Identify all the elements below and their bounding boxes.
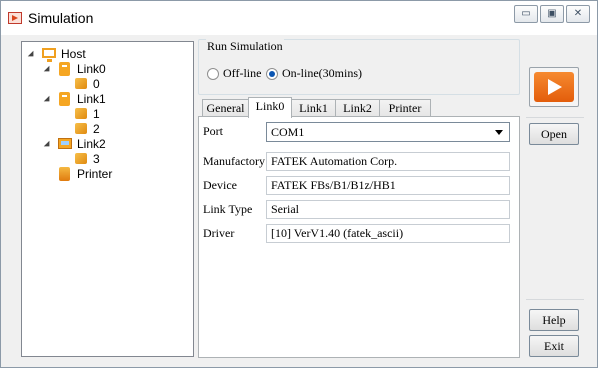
tab-link1[interactable]: Link1 [291, 99, 336, 117]
divider [526, 117, 584, 118]
run-simulation-group: Run Simulation Off-line On-line(30mins) [198, 39, 520, 95]
app-icon [8, 12, 22, 24]
tab-printer[interactable]: Printer [379, 99, 431, 117]
tab-link0[interactable]: Link0 [248, 97, 292, 118]
tree-item-label: 0 [93, 77, 100, 91]
expand-arrow-icon[interactable] [43, 65, 53, 75]
maximize-button[interactable]: ▣ [540, 5, 564, 23]
client-area: Host Link0 0 Link1 1 2 Link2 3 Printer R… [9, 35, 591, 361]
tree-item-label: Link1 [77, 92, 106, 106]
tree-item-label: 1 [93, 107, 100, 121]
run-simulation-button[interactable] [529, 67, 579, 107]
tree-item-label: 2 [93, 122, 100, 136]
chevron-down-icon[interactable] [495, 130, 503, 135]
expand-arrow-icon[interactable] [43, 140, 53, 150]
tab-strip: General Link0 Link1 Link2 Printer [198, 97, 520, 118]
close-icon: ✕ [573, 8, 583, 19]
maximize-icon: ▣ [547, 8, 557, 19]
network-link-icon [58, 138, 72, 149]
link-icon [59, 92, 70, 106]
tree-item-label: Link0 [77, 62, 106, 76]
driver-label: Driver [203, 226, 235, 240]
online-radio-label[interactable]: On-line(30mins) [282, 66, 362, 81]
window-title: Simulation [28, 10, 94, 26]
divider [526, 299, 584, 300]
printer-icon [59, 167, 70, 181]
tab-general[interactable]: General [202, 99, 249, 117]
device-tree[interactable]: Host Link0 0 Link1 1 2 Link2 3 Printer [21, 41, 194, 357]
title-bar: Simulation ▭ ▣ ✕ [1, 1, 597, 35]
offline-radio-label[interactable]: Off-line [223, 66, 261, 81]
expand-arrow-icon[interactable] [43, 95, 53, 105]
help-button[interactable]: Help [529, 309, 579, 331]
tree-item-label: Link2 [77, 137, 106, 151]
play-icon [534, 72, 574, 102]
link0-tab-panel: Port COM1 Manufactory FATEK Automation C… [198, 116, 520, 358]
exit-button[interactable]: Exit [529, 335, 579, 357]
host-icon [42, 48, 56, 62]
link-icon [59, 62, 70, 76]
minimize-button[interactable]: ▭ [514, 5, 538, 23]
open-button[interactable]: Open [529, 123, 579, 145]
tree-item-label: 3 [93, 152, 100, 166]
manufactory-field[interactable]: FATEK Automation Corp. [266, 152, 510, 171]
port-select[interactable]: COM1 [266, 122, 510, 142]
minimize-icon: ▭ [521, 8, 531, 19]
link-type-field[interactable]: Serial [266, 200, 510, 219]
tab-link2[interactable]: Link2 [335, 99, 380, 117]
close-button[interactable]: ✕ [566, 5, 590, 23]
tree-item-label: Host [61, 47, 86, 61]
driver-field[interactable]: [10] VerV1.40 (fatek_ascii) [266, 224, 510, 243]
tree-item-label: Printer [77, 167, 113, 181]
device-cube-icon [75, 108, 87, 119]
device-cube-icon [75, 123, 87, 134]
port-value: COM1 [271, 125, 305, 139]
device-field[interactable]: FATEK FBs/B1/B1z/HB1 [266, 176, 510, 195]
manufactory-label: Manufactory [203, 154, 265, 168]
online-radio[interactable] [266, 68, 278, 80]
simulation-window: Simulation ▭ ▣ ✕ Host Link0 0 Link1 1 2 … [0, 0, 598, 368]
device-label: Device [203, 178, 237, 192]
expand-arrow-icon[interactable] [27, 50, 37, 60]
device-cube-icon [75, 153, 87, 164]
port-label: Port [203, 124, 224, 138]
link-type-label: Link Type [203, 202, 253, 216]
run-simulation-title: Run Simulation [206, 39, 284, 54]
device-cube-icon [75, 78, 87, 89]
offline-radio[interactable] [207, 68, 219, 80]
